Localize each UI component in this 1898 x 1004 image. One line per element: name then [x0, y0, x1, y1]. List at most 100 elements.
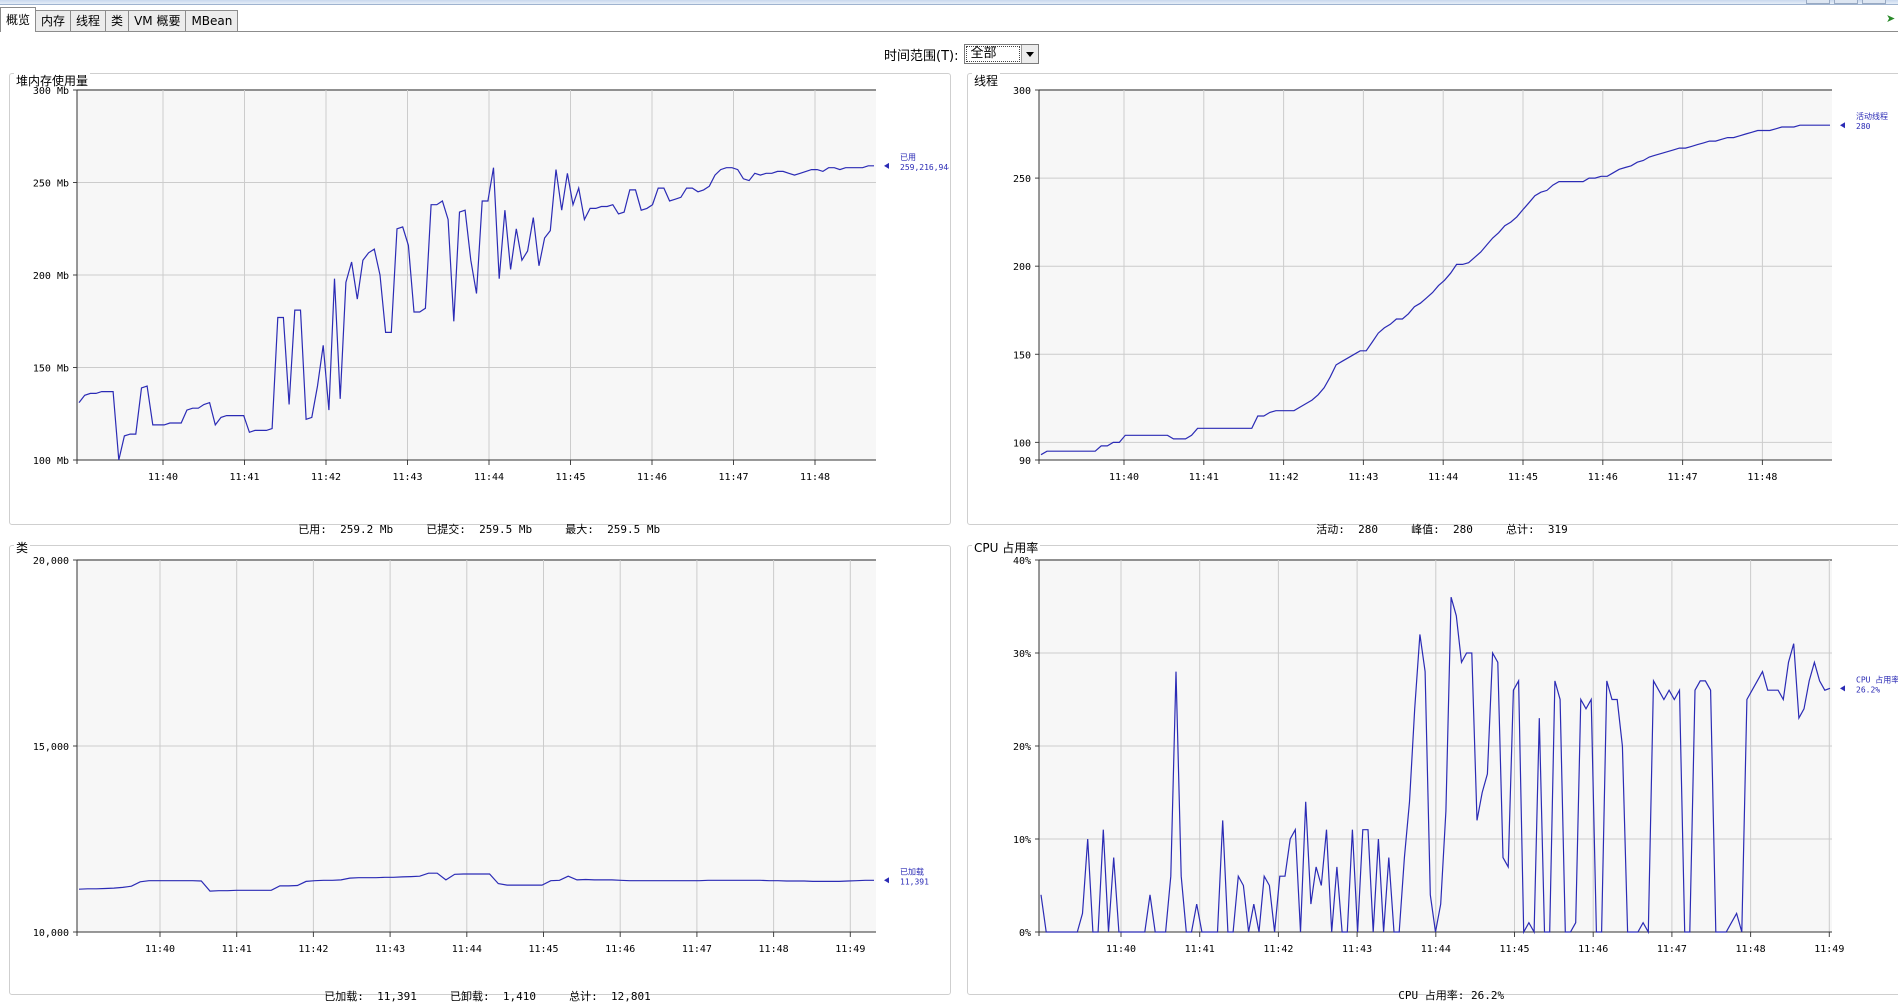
threads-legend-value: 280: [1856, 122, 1871, 131]
threads-xtick-label: 11:40: [1109, 472, 1139, 483]
cpu-xtick-label: 11:43: [1342, 944, 1372, 955]
threads-plot-area: [1039, 90, 1832, 460]
heap-used-label: 已用:: [298, 523, 327, 536]
classes-xtick-label: 11:48: [759, 944, 789, 955]
cpu-ytick-label: 10%: [1013, 835, 1031, 846]
threads-xtick-label: 11:44: [1428, 472, 1458, 483]
threads-xtick-label: 11:46: [1588, 472, 1618, 483]
heap-committed-label: 已提交:: [426, 523, 466, 536]
heap-max-value: 259.5 Mb: [607, 523, 661, 536]
classes-unloaded-label: 已卸载:: [450, 990, 490, 1003]
heap-ytick-label: 300 Mb: [33, 86, 69, 97]
tab-bar: 概览 内存 线程 类 VM 概要 MBean: [0, 7, 239, 32]
cpu-xtick-label: 11:48: [1736, 944, 1766, 955]
close-button[interactable]: [1862, 0, 1886, 4]
threads-info: 活动: 280 峰值: 280 总计: 319: [1303, 508, 1568, 537]
classes-info: 已加载: 11,391 已卸载: 1,410 总计: 12,801: [311, 975, 651, 1004]
cpu-ytick-label: 0%: [1019, 928, 1031, 939]
heap-xtick-label: 11:41: [229, 472, 259, 483]
heap-xtick-label: 11:48: [800, 472, 830, 483]
cpu-xtick-label: 11:46: [1578, 944, 1608, 955]
threads-legend-name: 活动线程: [1856, 111, 1888, 121]
refresh-icon[interactable]: ➤: [1886, 13, 1896, 24]
threads-xtick-label: 11:47: [1668, 472, 1698, 483]
heap-xtick-label: 11:42: [311, 472, 341, 483]
threads-xtick-label: 11:41: [1189, 472, 1219, 483]
heap-used-value: 259.2 Mb: [340, 523, 394, 536]
heap-value-marker: [884, 162, 889, 169]
cpu-legend-value: 26.2%: [1856, 685, 1880, 694]
classes-xtick-label: 11:43: [375, 944, 405, 955]
heap-ytick-label: 250 Mb: [33, 179, 69, 190]
threads-xtick-label: 11:42: [1269, 472, 1299, 483]
cpu-ytick-label: 20%: [1013, 742, 1031, 753]
threads-ytick-label: 150: [1013, 350, 1031, 361]
classes-ytick-label: 15,000: [33, 742, 69, 753]
time-range-label: 时间范围(T):: [884, 48, 959, 64]
classes-xtick-label: 11:40: [145, 944, 175, 955]
threads-ytick-label: 90: [1019, 456, 1031, 467]
tab-memory[interactable]: 内存: [35, 10, 72, 32]
heap-xtick-label: 11:47: [718, 472, 748, 483]
cpu-chart: 0% 10% 20% 30% 40% 11:40 11:41 11:42 11:43 11:44 1…: [1013, 556, 1898, 955]
heap-legend-name: 已用: [900, 153, 916, 162]
threads-chart: 90 100 150 200 250 300 11:40 11:41 11:42 11:43 11:…: [1013, 86, 1888, 483]
threads-total-value: 319: [1547, 523, 1568, 536]
cpu-xtick-label: 11:44: [1421, 944, 1451, 955]
heap-max-label: 最大:: [565, 523, 594, 536]
time-range-value: 全部: [966, 46, 1021, 62]
maximize-button[interactable]: [1834, 0, 1858, 4]
window-titlebar: [0, 0, 1898, 5]
heap-info: 已用: 259.2 Mb 已提交: 259.5 Mb 最大: 259.5 Mb: [285, 508, 660, 537]
threads-peak-value: 280: [1453, 523, 1473, 536]
heap-xtick-label: 11:46: [637, 472, 667, 483]
heap-xtick-label: 11:43: [392, 472, 422, 483]
classes-total-label: 总计:: [569, 990, 598, 1003]
cpu-xtick-label: 11:41: [1185, 944, 1215, 955]
classes-xtick-label: 11:41: [222, 944, 252, 955]
time-range-control: 时间范围(T): 全部: [884, 44, 1040, 64]
threads-value-marker: [1840, 122, 1845, 129]
heap-legend-value: 259,216,944: [900, 163, 949, 172]
heap-ytick-label: 100 Mb: [33, 456, 69, 467]
classes-total-value: 12,801: [611, 990, 651, 1003]
classes-legend-value: 11,391: [900, 877, 929, 886]
tab-vm-summary[interactable]: VM 概要: [128, 10, 187, 32]
threads-ytick-label: 250: [1013, 174, 1031, 185]
heap-xtick-label: 11:45: [555, 472, 585, 483]
classes-xtick-label: 11:42: [298, 944, 328, 955]
cpu-value-marker: [1840, 685, 1845, 692]
threads-xtick-label: 11:45: [1508, 472, 1538, 483]
threads-ytick-label: 300: [1013, 86, 1031, 97]
classes-xtick-label: 11:47: [682, 944, 712, 955]
tab-classes[interactable]: 类: [105, 10, 130, 32]
heap-xtick-label: 11:44: [474, 472, 504, 483]
classes-ytick-label: 10,000: [33, 928, 69, 939]
tab-mbean[interactable]: MBean: [185, 10, 239, 32]
heap-xtick-label: 11:40: [148, 472, 178, 483]
classes-chart: 10,000 15,000 20,000 11:40 11:41 11:42 11:43 11…: [33, 556, 929, 955]
tab-divider: [0, 31, 1898, 32]
cpu-ytick-label: 30%: [1013, 649, 1031, 660]
heap-chart: 100 Mb 150 Mb 200 Mb 250 Mb 300 Mb 11:40 11:41…: [33, 86, 949, 483]
threads-ytick-label: 100: [1013, 438, 1031, 449]
cpu-usage-value: 26.2%: [1471, 989, 1505, 1002]
classes-ytick-label: 20,000: [33, 556, 69, 567]
cpu-usage-label: CPU 占用率:: [1398, 989, 1465, 1002]
classes-loaded-label: 已加载:: [324, 990, 364, 1003]
window-controls: [1806, 0, 1886, 4]
tab-overview[interactable]: 概览: [0, 7, 37, 32]
classes-xtick-label: 11:46: [605, 944, 635, 955]
threads-xtick-label: 11:43: [1348, 472, 1378, 483]
threads-peak-label: 峰值:: [1411, 523, 1440, 536]
chevron-down-icon[interactable]: [1021, 45, 1039, 63]
time-range-select[interactable]: 全部: [964, 44, 1040, 64]
threads-live-label: 活动:: [1316, 523, 1345, 536]
cpu-xtick-label: 11:40: [1106, 944, 1136, 955]
minimize-button[interactable]: [1806, 0, 1830, 4]
tab-threads[interactable]: 线程: [70, 10, 107, 32]
classes-value-marker: [884, 877, 889, 884]
classes-unloaded-value: 1,410: [502, 990, 536, 1003]
cpu-xtick-label: 11:45: [1499, 944, 1529, 955]
cpu-info: CPU 占用率: 26.2%: [1385, 974, 1504, 1003]
